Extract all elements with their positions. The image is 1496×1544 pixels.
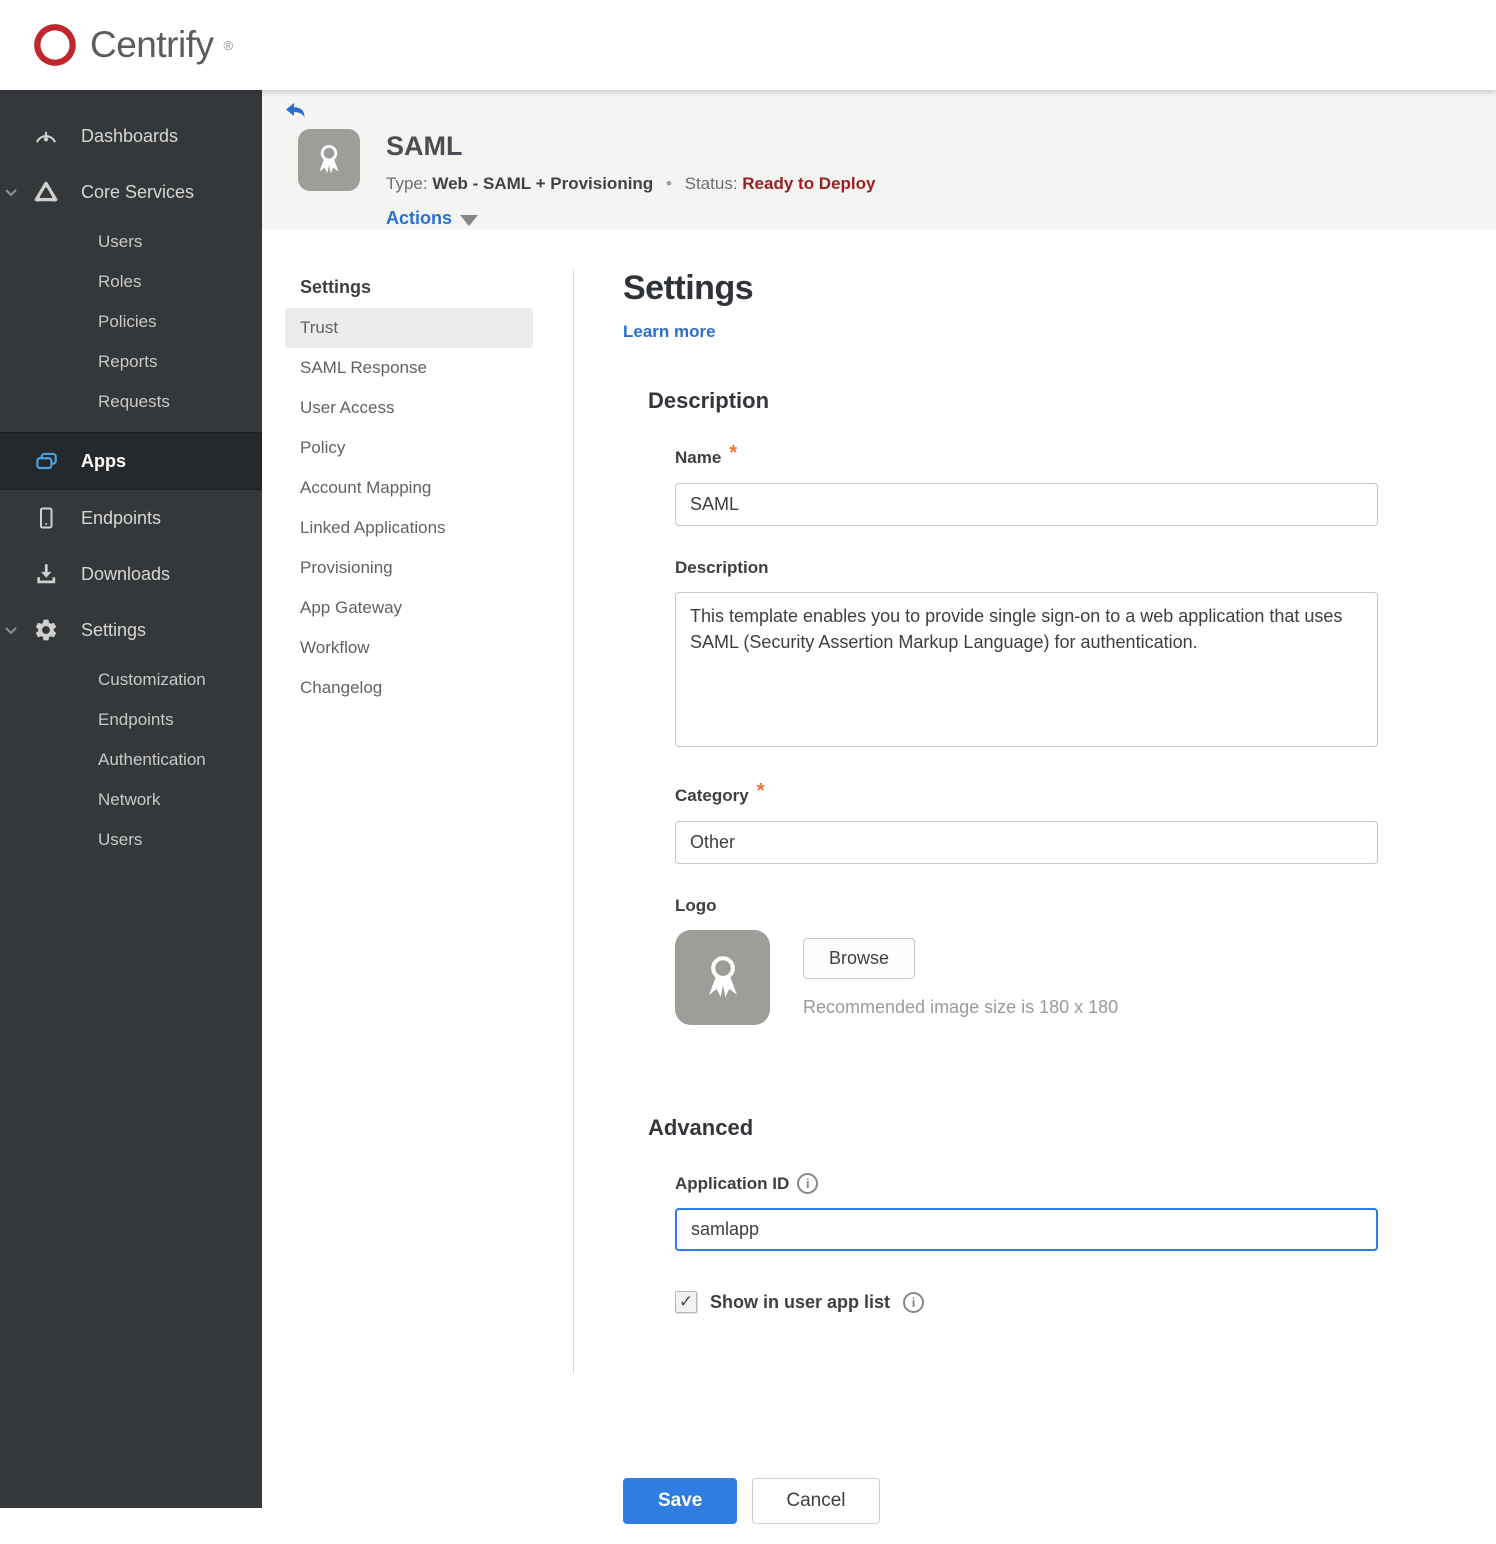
- sidebar-item-users-settings[interactable]: Users: [0, 820, 262, 860]
- chevron-down-icon[interactable]: [4, 185, 20, 199]
- phone-icon: [33, 505, 59, 531]
- brand-name: Centrify: [90, 24, 214, 65]
- actions-label: Actions: [386, 208, 453, 228]
- cancel-button[interactable]: Cancel: [752, 1478, 880, 1524]
- type-label: Type:: [386, 174, 428, 193]
- subnav-item-saml-response[interactable]: SAML Response: [285, 348, 533, 388]
- sidebar-item-downloads[interactable]: Downloads: [0, 546, 262, 602]
- sidebar-item-authentication[interactable]: Authentication: [0, 740, 262, 780]
- category-label: Category *: [675, 780, 765, 805]
- settings-form: Settings Learn more Description Name * D…: [623, 269, 1383, 1544]
- subnav-item-user-access[interactable]: User Access: [285, 388, 533, 428]
- brand-registered-mark: ®: [223, 37, 234, 53]
- info-icon[interactable]: i: [797, 1173, 819, 1194]
- description-field[interactable]: This template enables you to provide sin…: [675, 592, 1378, 747]
- dropdown-triangle-icon: [460, 214, 479, 226]
- subnav-item-app-gateway[interactable]: App Gateway: [285, 588, 533, 628]
- application-id-field[interactable]: [675, 1208, 1378, 1251]
- app-meta: Type: Web - SAML + Provisioning • Status…: [386, 174, 875, 194]
- app-title: SAML: [386, 131, 463, 161]
- subnav-item-account-mapping[interactable]: Account Mapping: [285, 468, 533, 508]
- logo-size-hint: Recommended image size is 180 x 180: [803, 997, 1119, 1017]
- save-button[interactable]: Save: [623, 1478, 738, 1524]
- actions-dropdown[interactable]: Actions: [386, 208, 1496, 229]
- sidebar-item-users[interactable]: Users: [0, 222, 262, 262]
- subnav-item-policy[interactable]: Policy: [285, 428, 533, 468]
- sidebar-item-label: Apps: [81, 450, 126, 471]
- sidebar-item-endpoints-settings[interactable]: Endpoints: [0, 700, 262, 740]
- sidebar-item-label: Settings: [81, 619, 147, 640]
- settings-subitems: Customization Endpoints Authentication N…: [0, 658, 262, 870]
- sidebar-item-policies[interactable]: Policies: [0, 302, 262, 342]
- centrify-swirl-icon: [34, 24, 76, 66]
- status-value: Ready to Deploy: [742, 174, 876, 193]
- back-arrow-icon[interactable]: [282, 98, 308, 122]
- learn-more-link[interactable]: Learn more: [623, 322, 716, 342]
- top-bar: Centrify ®: [0, 0, 1496, 90]
- required-asterisk: *: [729, 442, 738, 464]
- sidebar: Dashboards Core Services Users Roles Pol…: [0, 90, 262, 1508]
- meta-separator: •: [665, 174, 672, 193]
- application-id-label: Application ID i: [675, 1173, 1383, 1194]
- subnav-item-workflow[interactable]: Workflow: [285, 628, 533, 668]
- app-header: SAML Type: Web - SAML + Provisioning • S…: [262, 90, 1496, 229]
- show-in-app-list-label: Show in user app list: [710, 1291, 891, 1312]
- subnav-item-provisioning[interactable]: Provisioning: [285, 548, 533, 588]
- vertical-divider: [573, 269, 574, 1374]
- sidebar-item-network[interactable]: Network: [0, 780, 262, 820]
- sidebar-item-core-services[interactable]: Core Services: [0, 164, 262, 220]
- logo-label: Logo: [675, 896, 717, 915]
- info-icon[interactable]: i: [903, 1291, 925, 1313]
- app-logo: [298, 129, 360, 191]
- sidebar-item-settings[interactable]: Settings: [0, 602, 262, 658]
- sidebar-item-reports[interactable]: Reports: [0, 342, 262, 382]
- subnav-header: Settings: [300, 277, 372, 297]
- subnav-item-changelog[interactable]: Changelog: [285, 668, 533, 708]
- sidebar-item-label: Core Services: [81, 181, 195, 202]
- gauge-icon: [33, 123, 59, 149]
- sidebar-item-dashboards[interactable]: Dashboards: [0, 108, 262, 164]
- advanced-section-heading: Advanced: [648, 1115, 754, 1140]
- subnav-item-trust[interactable]: Trust: [285, 308, 533, 348]
- name-label: Name *: [675, 442, 738, 467]
- sidebar-item-roles[interactable]: Roles: [0, 262, 262, 302]
- form-footer: Save Cancel: [623, 1478, 1383, 1544]
- gear-icon: [33, 617, 59, 643]
- sidebar-item-apps[interactable]: Apps: [0, 432, 262, 490]
- sidebar-item-customization[interactable]: Customization: [0, 660, 262, 700]
- sidebar-item-endpoints[interactable]: Endpoints: [0, 490, 262, 546]
- show-in-app-list-checkbox[interactable]: [675, 1291, 697, 1313]
- centrify-logo: Centrify ®: [30, 20, 233, 70]
- logo-preview: [675, 930, 770, 1025]
- page-title: Settings: [623, 269, 754, 307]
- sidebar-item-label: Dashboards: [81, 125, 179, 146]
- apps-icon: [33, 448, 59, 475]
- subnav-item-linked-applications[interactable]: Linked Applications: [285, 508, 533, 548]
- name-field[interactable]: [675, 483, 1378, 526]
- settings-subnav: Settings Trust SAML Response User Access…: [285, 269, 533, 1544]
- description-section-heading: Description: [648, 388, 770, 413]
- download-icon: [33, 561, 59, 587]
- type-value: Web - SAML + Provisioning: [432, 174, 654, 193]
- chevron-down-icon[interactable]: [4, 623, 20, 637]
- status-label: Status:: [684, 174, 738, 193]
- browse-button[interactable]: Browse: [803, 938, 916, 979]
- sidebar-item-label: Endpoints: [81, 507, 162, 528]
- description-label: Description: [675, 558, 769, 577]
- sidebar-item-label: Downloads: [81, 563, 171, 584]
- core-services-subitems: Users Roles Policies Reports Requests: [0, 220, 262, 432]
- required-asterisk: *: [756, 780, 765, 802]
- core-services-icon: [33, 179, 59, 205]
- sidebar-item-requests[interactable]: Requests: [0, 382, 262, 422]
- category-field[interactable]: [675, 821, 1378, 864]
